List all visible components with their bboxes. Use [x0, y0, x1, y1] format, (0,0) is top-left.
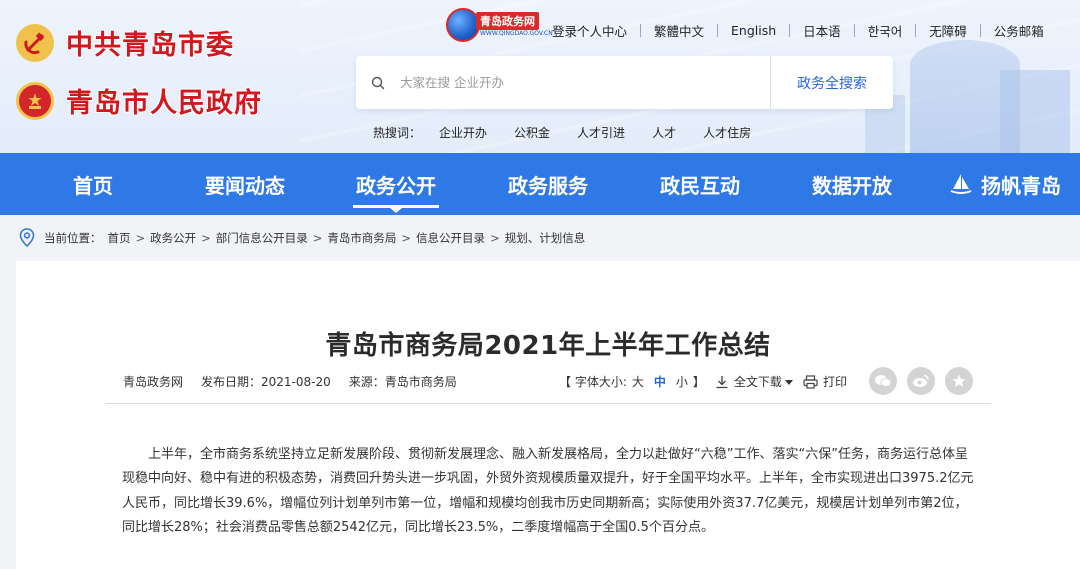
divider	[717, 24, 719, 37]
korean-link[interactable]: 한국어	[868, 21, 903, 40]
share-icons	[869, 367, 983, 395]
hot-word-link[interactable]: 人才	[652, 124, 676, 141]
divider	[789, 24, 791, 37]
party-name: 中共青岛市委	[66, 30, 234, 61]
nav-label: 首页	[73, 173, 113, 198]
font-size-label: 【 字体大小:	[559, 375, 627, 389]
breadcrumb-separator: >	[201, 231, 211, 245]
article-body-paragraph: 上半年，全市商务系统坚持立足新发展阶段、贯彻新发展理念、融入新发展格局，全力以赴…	[122, 447, 974, 535]
portal-title: 青岛政务网	[476, 12, 539, 30]
breadcrumb-separator: >	[135, 231, 146, 245]
hot-word-link[interactable]: 人才住房	[703, 124, 751, 141]
nav-public-interaction[interactable]: 政民互动	[645, 153, 755, 215]
nav-label: 政务服务	[508, 173, 588, 198]
font-size-bracket: 】	[692, 375, 705, 389]
download-icon[interactable]	[715, 375, 729, 389]
location-pin-icon	[18, 228, 36, 248]
login-link[interactable]: 登录个人中心	[552, 21, 627, 40]
main-nav: 首页 要闻动态 政务公开 政务服务 政民互动 数据开放 扬帆青岛	[0, 153, 1080, 215]
font-size-small[interactable]: 小	[676, 373, 688, 390]
nav-label: 扬帆青岛	[981, 173, 1061, 198]
article-tools: 【 字体大小: 大 中 小 】 全文下载 打印	[559, 373, 847, 390]
nav-government-services[interactable]: 政务服务	[493, 153, 603, 215]
official-mail-link[interactable]: 公务邮箱	[994, 21, 1044, 40]
portal-url: WWW.QINGDAO.GOV.CN	[480, 30, 553, 37]
article-meta: 青岛政务网 发布日期：2021-08-20 来源：青岛市商务局	[123, 373, 475, 390]
hot-word-link[interactable]: 人才引进	[577, 124, 625, 141]
nav-label: 要闻动态	[205, 173, 285, 198]
party-emblem-icon	[16, 23, 54, 62]
nav-government-affairs-disclosure[interactable]: 政务公开	[341, 153, 451, 215]
search-box: 政务全搜索	[356, 56, 893, 109]
government-logo[interactable]: 青岛市人民政府	[16, 81, 262, 120]
nav-label: 政民互动	[660, 173, 740, 198]
government-name: 青岛市人民政府	[66, 88, 262, 119]
globe-icon	[446, 8, 480, 42]
hot-search-label: 热搜词：	[373, 126, 422, 140]
nav-news[interactable]: 要闻动态	[190, 153, 300, 215]
print-icon[interactable]	[803, 374, 818, 389]
breadcrumb-department-catalog[interactable]: 部门信息公开目录	[216, 230, 308, 246]
divider	[979, 24, 981, 37]
article-source: 来源：青岛市商务局	[348, 375, 457, 389]
weibo-icon[interactable]	[907, 367, 935, 395]
divider	[853, 24, 855, 37]
search-button[interactable]: 政务全搜索	[770, 56, 893, 109]
hot-word-link[interactable]: 公积金	[514, 124, 550, 141]
header-background-building	[1000, 70, 1070, 153]
nav-label: 数据开放	[812, 173, 892, 198]
site-header: 中共青岛市委 青岛市人民政府 青岛政务网 WWW.QINGDAO.GOV.CN …	[0, 0, 1080, 153]
chevron-down-icon[interactable]	[784, 375, 793, 389]
sail-icon	[949, 173, 973, 195]
active-indicator	[390, 208, 402, 213]
nav-open-data[interactable]: 数据开放	[797, 153, 907, 215]
font-size-large[interactable]: 大	[632, 373, 644, 390]
japanese-link[interactable]: 日本语	[803, 21, 841, 40]
nav-sail-qingdao[interactable]: 扬帆青岛	[940, 153, 1070, 215]
top-links: 登录个人中心 繁體中文 English 日本语 한국어 无障碍 公务邮箱	[552, 21, 1044, 40]
breadcrumb-commerce-bureau[interactable]: 青岛市商务局	[327, 230, 396, 246]
breadcrumb-info-catalog[interactable]: 信息公开目录	[416, 230, 485, 246]
search-input[interactable]	[400, 75, 770, 90]
breadcrumb-separator: >	[401, 231, 412, 245]
national-emblem-icon	[16, 81, 54, 120]
article-title: 青岛市商务局2021年上半年工作总结	[325, 331, 771, 361]
hot-word-link[interactable]: 企业开办	[439, 124, 487, 141]
divider	[915, 24, 917, 37]
accessibility-link[interactable]: 无障碍	[929, 21, 967, 40]
breadcrumb-label: 当前位置：	[44, 231, 102, 245]
title-divider	[106, 403, 991, 404]
breadcrumb-separator: >	[490, 231, 500, 245]
publish-date: 发布日期：2021-08-20	[201, 375, 331, 389]
breadcrumb-home[interactable]: 首页	[108, 230, 131, 246]
breadcrumb-separator: >	[312, 231, 323, 245]
nav-home[interactable]: 首页	[52, 153, 134, 215]
nav-label: 政务公开	[356, 173, 436, 198]
font-size-medium[interactable]: 中	[654, 373, 666, 390]
hot-search-words: 热搜词： 企业开办 公积金 人才引进 人才 人才住房	[373, 124, 778, 141]
breadcrumb-government-affairs[interactable]: 政务公开	[150, 230, 196, 246]
breadcrumb-planning-info[interactable]: 规划、计划信息	[505, 230, 586, 246]
divider	[640, 24, 642, 37]
traditional-chinese-link[interactable]: 繁體中文	[654, 21, 704, 40]
search-icon	[356, 76, 400, 90]
wechat-icon[interactable]	[869, 367, 897, 395]
portal-logo[interactable]: 青岛政务网 WWW.QINGDAO.GOV.CN	[446, 6, 553, 44]
download-full-text-button[interactable]: 全文下载	[734, 373, 782, 390]
article-site: 青岛政务网	[123, 375, 184, 389]
breadcrumb: 当前位置： 首页 > 政务公开 > 部门信息公开目录 > 青岛市商务局 > 信息…	[0, 215, 1080, 261]
favorite-icon[interactable]	[945, 367, 973, 395]
print-button[interactable]: 打印	[823, 373, 847, 390]
english-link[interactable]: English	[731, 23, 776, 38]
party-logo[interactable]: 中共青岛市委	[16, 23, 234, 62]
article-panel: 青岛市商务局2021年上半年工作总结 青岛政务网 发布日期：2021-08-20…	[16, 261, 1080, 569]
